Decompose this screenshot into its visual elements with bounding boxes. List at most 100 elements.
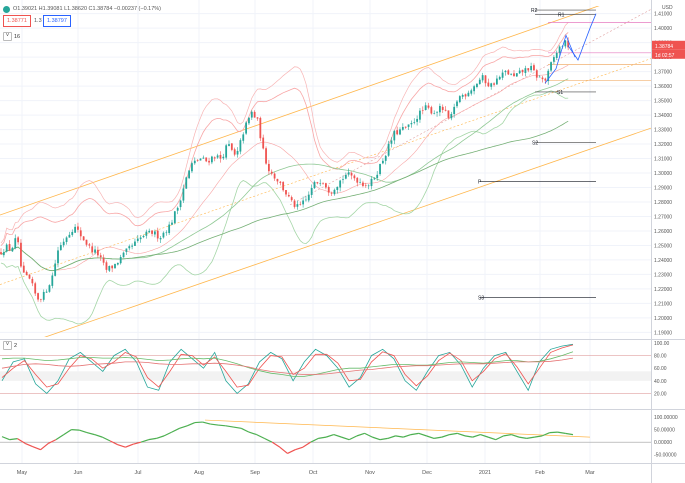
- indicator-legend[interactable]: ˅ 16: [3, 32, 20, 41]
- x-tick-label: 2021: [479, 470, 491, 476]
- candle-body: [515, 73, 518, 77]
- candle-body: [501, 72, 504, 78]
- oscillator2-y-tick-label: 100.00000: [654, 415, 678, 421]
- axis-labels: May Jun Jul Aug Sep Oct Nov Dec 2021 Feb Mar 1.4100…: [17, 5, 685, 476]
- oscillator-segment: [549, 431, 558, 434]
- candle-body: [79, 230, 82, 237]
- candle-body: [273, 173, 276, 179]
- candle-body: [356, 177, 359, 183]
- oscillator-legend[interactable]: ˅ 2: [3, 341, 17, 350]
- lot-size[interactable]: 1.3: [34, 15, 42, 27]
- candle-body: [433, 113, 436, 114]
- oscillator-segment: [148, 437, 157, 441]
- candle-body: [467, 92, 470, 97]
- candle-body: [478, 79, 481, 85]
- candle-body: [162, 232, 165, 238]
- candle-body: [145, 231, 148, 236]
- indicator-count: 16: [14, 33, 21, 40]
- oscillator-segment: [78, 429, 88, 434]
- oscillator-segment: [434, 436, 442, 439]
- collapse-chevron-icon[interactable]: ˅: [3, 32, 12, 41]
- y-tick-label: 1.36000: [654, 84, 672, 90]
- candle-body: [521, 69, 524, 73]
- buy-price-button[interactable]: 1.38797: [43, 15, 71, 27]
- oscillator-segment: [518, 436, 527, 439]
- oscillator-segment: [194, 421, 203, 424]
- x-tick-label: Jul: [134, 470, 141, 476]
- sell-price-button[interactable]: 1.38771: [3, 15, 31, 27]
- oscillator-y-tick-label: 20.00: [654, 391, 667, 397]
- candle-body: [387, 143, 390, 156]
- candle-body: [11, 247, 14, 252]
- oscillator-segment: [310, 437, 319, 443]
- candle-body: [373, 178, 376, 180]
- pane-separators: [0, 0, 685, 483]
- candle-body: [233, 149, 236, 155]
- candle-body: [139, 237, 142, 240]
- candle-body: [8, 244, 11, 251]
- collapse-chevron-icon[interactable]: ˅: [3, 341, 12, 350]
- oscillator-segment: [109, 440, 119, 446]
- candle-body: [228, 144, 230, 146]
- candle-body: [31, 278, 34, 284]
- candle-body: [444, 109, 447, 111]
- oscillator-segment: [179, 425, 188, 429]
- candle-body: [344, 174, 347, 179]
- oscillator-segment: [372, 436, 381, 441]
- candle-body: [17, 237, 19, 243]
- candle-body: [136, 238, 139, 242]
- candle-body: [421, 110, 424, 111]
- oscillator-segment: [295, 446, 304, 451]
- candle-body: [148, 230, 151, 233]
- oscillator-segment: [233, 426, 242, 429]
- candle-body: [82, 236, 85, 241]
- candle-body: [353, 175, 356, 179]
- candle-body: [62, 241, 65, 246]
- candle-body: [28, 274, 31, 279]
- y-tick-label: 1.40000: [654, 26, 672, 32]
- candle-body: [299, 204, 302, 205]
- candle-body: [270, 171, 273, 174]
- candle-body: [114, 263, 116, 269]
- pivot-level-label: P: [478, 180, 482, 186]
- candle-body: [208, 160, 210, 163]
- candle-body: [2, 252, 5, 256]
- oscillator-pane: [0, 419, 651, 455]
- candle-body: [436, 112, 438, 113]
- oscillator-segment: [410, 432, 419, 436]
- candle-body: [279, 181, 282, 183]
- oscillator-segment: [426, 435, 435, 439]
- candle-body: [296, 204, 299, 207]
- candle-body: [211, 156, 213, 163]
- candle-body: [196, 160, 199, 161]
- candle-body: [293, 200, 296, 207]
- candle-body: [85, 239, 88, 245]
- ohlc-readout: O1.39021 H1.39081 L1.38620 C1.38784 −0.0…: [13, 6, 162, 12]
- y-tick-label: 1.28000: [654, 200, 672, 206]
- candle-body: [239, 140, 242, 152]
- pivot-level-label: S3: [478, 296, 484, 302]
- candle-body: [441, 106, 444, 110]
- candle-body: [22, 265, 25, 273]
- oscillator-segment: [24, 442, 34, 448]
- oscillator-segment: [140, 439, 149, 443]
- candle-body: [376, 174, 379, 179]
- y-axis-unit: USD: [662, 5, 673, 11]
- oscillator-segment: [325, 434, 334, 438]
- candle-body: [493, 83, 495, 85]
- candle-body: [390, 140, 393, 144]
- candle-body: [498, 76, 501, 80]
- y-tick-label: 1.19000: [654, 330, 672, 336]
- candle-body: [393, 130, 396, 141]
- channel-lower-line: [44, 127, 651, 337]
- candle-body: [276, 178, 279, 182]
- y-tick-label: 1.35000: [654, 99, 672, 105]
- candle-body: [105, 262, 108, 270]
- candle-body: [59, 245, 62, 251]
- y-tick-label: 1.34000: [654, 113, 672, 119]
- oscillator-segment: [379, 437, 388, 441]
- candle-body: [396, 130, 399, 135]
- candle-body: [535, 70, 538, 78]
- oscillator-segment: [117, 444, 126, 448]
- oscillator-segment: [418, 432, 427, 437]
